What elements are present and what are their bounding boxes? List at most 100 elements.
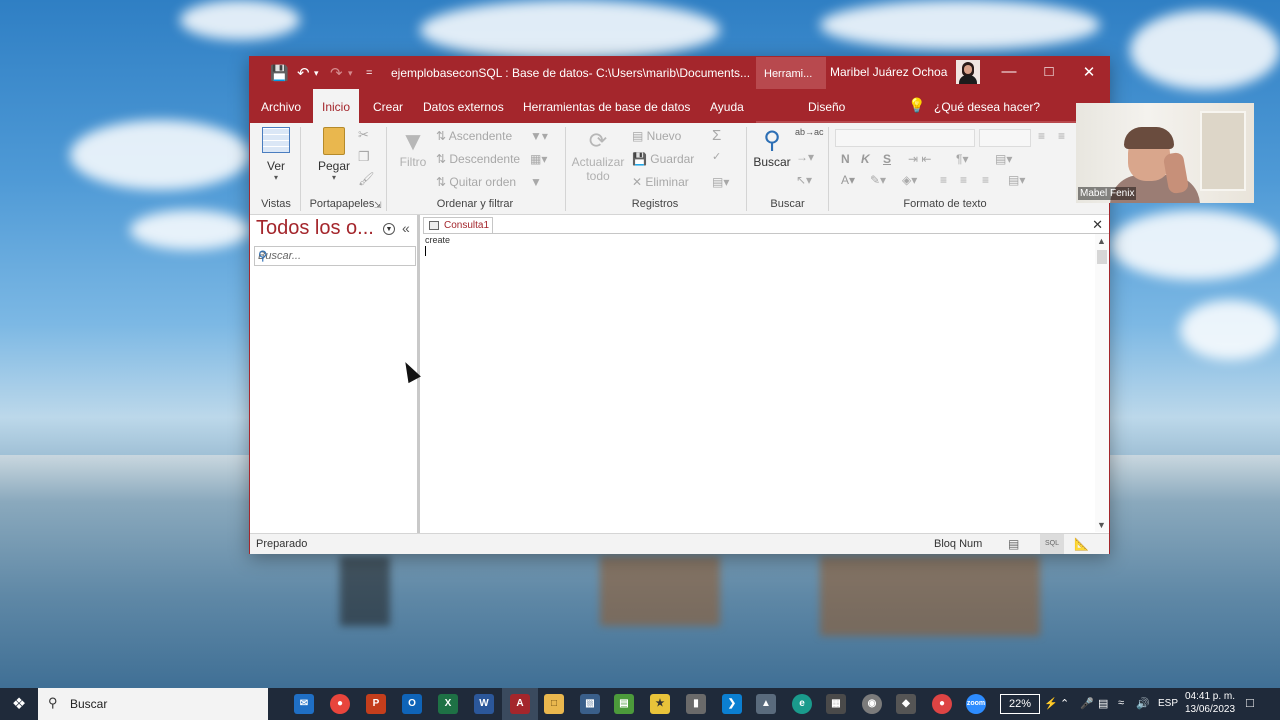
new-record-button[interactable]: ▤ Nuevo (632, 129, 681, 143)
app-icon-7[interactable]: ◆ (896, 694, 916, 714)
clear-sort-button[interactable]: ⇅ Quitar orden (436, 175, 516, 189)
notifications-icon[interactable]: □ (1246, 695, 1254, 710)
language-indicator[interactable]: ESP (1158, 698, 1178, 709)
microphone-icon[interactable]: 🎤 (1080, 697, 1094, 710)
vertical-scrollbar[interactable]: ▲ ▼ (1095, 234, 1109, 532)
copy-icon[interactable]: ❐ (358, 149, 370, 165)
bold-button[interactable]: N (841, 152, 850, 166)
align-center-icon[interactable]: ≡ (960, 173, 967, 187)
align-right-icon[interactable]: ≡ (982, 173, 989, 187)
find-button[interactable]: ⚲ Buscar (752, 127, 792, 169)
user-name[interactable]: Maribel Juárez Ochoa (830, 65, 947, 79)
more-icon[interactable]: ▤▾ (712, 175, 729, 189)
delete-record-button[interactable]: ✕ Eliminar (632, 175, 689, 189)
advanced-filter-icon[interactable]: ▦▾ (530, 152, 547, 166)
powerpoint-icon[interactable]: P (366, 694, 386, 714)
collapse-pane-icon[interactable]: « (402, 220, 410, 236)
sql-editor[interactable]: create ▲ ▼ (423, 233, 1109, 532)
font-name-dropdown[interactable] (835, 129, 975, 147)
windows-start-icon[interactable]: ❖ (0, 688, 38, 720)
app-icon-4[interactable]: ▮ (686, 694, 706, 714)
spelling-icon[interactable]: ✓ (712, 150, 721, 163)
paste-button[interactable]: Pegar ▾ (314, 127, 354, 182)
zoom-icon[interactable]: zoom (966, 694, 986, 714)
nav-dropdown-icon[interactable]: ▼ (383, 223, 395, 235)
app-icon-8[interactable]: ● (932, 694, 952, 714)
tab-archivo[interactable]: Archivo (261, 89, 301, 123)
avatar[interactable] (956, 60, 980, 84)
tab-ayuda[interactable]: Ayuda (710, 89, 744, 123)
sql-view-icon[interactable]: SQL (1040, 534, 1064, 554)
edge-icon[interactable]: e (792, 694, 812, 714)
network-icon[interactable]: ▤ (1098, 697, 1108, 710)
save-icon[interactable]: 💾 (270, 64, 289, 82)
tab-consulta1[interactable]: Consulta1 (423, 217, 493, 234)
app-icon-6[interactable]: ◉ (862, 694, 882, 714)
design-view-icon[interactable]: 📐 (1074, 537, 1089, 551)
save-record-button[interactable]: 💾 Guardar (632, 152, 694, 166)
tab-herramientas-bd[interactable]: Herramientas de base de datos (523, 89, 690, 123)
app-icon[interactable]: ▧ (580, 694, 600, 714)
chrome-icon[interactable]: ● (330, 694, 350, 714)
chevron-up-icon[interactable]: ⌃ (1060, 697, 1069, 710)
replace-icon[interactable]: ab→ac (795, 127, 824, 137)
word-icon[interactable]: W (474, 694, 494, 714)
battery-indicator[interactable]: 22% (1000, 694, 1040, 714)
clock[interactable]: 04:41 p. m. 13/06/2023 (1180, 690, 1240, 716)
tab-diseno[interactable]: Diseño (808, 89, 845, 123)
tab-inicio[interactable]: Inicio (313, 89, 360, 123)
wifi-icon[interactable]: ≈ (1118, 697, 1124, 709)
datasheet-view-icon[interactable]: ▤ (1008, 537, 1019, 551)
font-size-dropdown[interactable] (979, 129, 1031, 147)
format-painter-icon[interactable]: 🖌 (358, 171, 375, 187)
customize-qat-icon[interactable]: = (366, 67, 372, 79)
cut-icon[interactable]: ✂ (358, 127, 369, 143)
app-icon-5[interactable]: ▲ (756, 694, 776, 714)
redo-dropdown-icon[interactable]: ▾ (348, 68, 353, 79)
highlight-icon[interactable]: ✎▾ (870, 173, 886, 187)
excel-icon[interactable]: X (438, 694, 458, 714)
taskbar-search[interactable]: ⚲ Buscar (38, 688, 268, 720)
tell-me-search[interactable]: ¿Qué desea hacer? (934, 89, 1040, 123)
filter-button[interactable]: ▼ Filtro (395, 127, 431, 169)
undo-icon[interactable]: ↶ (297, 64, 310, 82)
app-icon-2[interactable]: ▤ (614, 694, 634, 714)
bullets-icon[interactable]: ≡ (1038, 129, 1045, 143)
volume-icon[interactable]: 🔊 (1136, 697, 1150, 710)
tab-crear[interactable]: Crear (373, 89, 403, 123)
alternate-row-icon[interactable]: ▤▾ (1008, 173, 1025, 187)
close-button[interactable]: ✕ (1069, 57, 1109, 89)
calculator-icon[interactable]: ▦ (826, 694, 846, 714)
indent-icons[interactable]: ⇥ ⇤ (908, 152, 931, 166)
scroll-up-icon[interactable]: ▲ (1097, 236, 1106, 246)
dialog-launcher-icon[interactable]: ⇲ (374, 200, 382, 211)
vscode-icon[interactable]: ❯ (722, 694, 742, 714)
align-left-icon[interactable]: ≡ (940, 173, 947, 187)
tab-datos-externos[interactable]: Datos externos (423, 89, 504, 123)
italic-button[interactable]: K (861, 152, 870, 166)
selection-filter-icon[interactable]: ▼▾ (530, 129, 548, 143)
font-color-button[interactable]: A▾ (841, 173, 855, 187)
numbering-icon[interactable]: ≡ (1058, 129, 1065, 143)
plug-icon[interactable]: ⚡ (1044, 697, 1058, 710)
nav-search-input[interactable]: Buscar... ⚲ (254, 246, 416, 266)
search-icon[interactable]: ⚲ (258, 248, 413, 264)
outlook-icon[interactable]: O (402, 694, 422, 714)
sort-descending-button[interactable]: ⇅ Descendente (436, 152, 520, 166)
goto-icon[interactable]: →▾ (796, 150, 814, 164)
toggle-filter-icon[interactable]: ▼ (530, 175, 542, 189)
gridlines-icon[interactable]: ▤▾ (995, 152, 1012, 166)
paragraph-icon[interactable]: ¶▾ (956, 152, 968, 166)
nav-pane-title[interactable]: Todos los o... (256, 217, 374, 240)
access-icon[interactable]: A (510, 694, 530, 714)
redo-icon[interactable]: ↷ (330, 64, 343, 82)
fill-color-icon[interactable]: ◈▾ (902, 173, 917, 187)
close-document-icon[interactable]: ✕ (1092, 217, 1103, 233)
mail-icon[interactable]: ✉ (294, 694, 314, 714)
view-button[interactable]: Ver ▾ (260, 127, 292, 182)
app-icon-3[interactable]: ★ (650, 694, 670, 714)
undo-dropdown-icon[interactable]: ▾ (314, 68, 319, 79)
minimize-button[interactable]: — (989, 57, 1029, 89)
scroll-down-icon[interactable]: ▼ (1097, 520, 1106, 530)
file-explorer-icon[interactable]: □ (544, 694, 564, 714)
